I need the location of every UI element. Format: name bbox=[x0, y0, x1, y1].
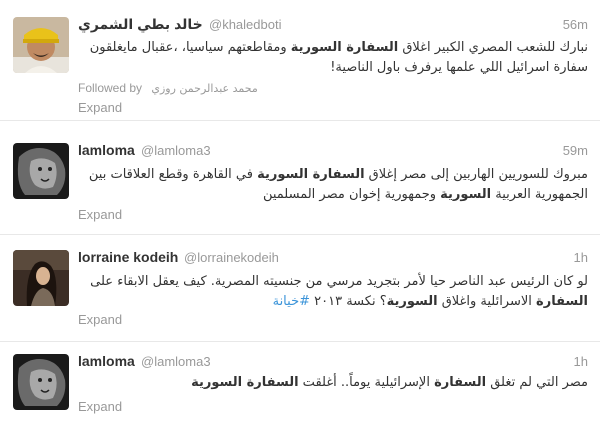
expand-link[interactable]: Expand bbox=[78, 312, 122, 327]
tweet-timestamp[interactable]: 59m bbox=[563, 143, 588, 158]
tweet-timestamp[interactable]: 1h bbox=[574, 250, 588, 265]
tweet-author-handle[interactable]: @lorrainekodeih bbox=[184, 250, 279, 265]
tweet-author-name[interactable]: خالد بطي الشمري bbox=[78, 16, 203, 33]
avatar-photo-icon bbox=[13, 250, 69, 306]
tweet-text-highlight: السفارة السورية bbox=[290, 40, 399, 55]
avatar[interactable] bbox=[13, 17, 69, 73]
tweet-author-handle[interactable]: @khaledboti bbox=[209, 17, 281, 32]
lion-avatar-icon bbox=[13, 143, 69, 199]
tweet-author-handle[interactable]: @lamloma3 bbox=[141, 354, 211, 369]
tweet-text: مبروك للسوريين الهاربين إلى مصر إغلاق ال… bbox=[78, 165, 588, 205]
tweet-text-highlight: السورية bbox=[386, 294, 438, 309]
avatar[interactable] bbox=[13, 250, 69, 306]
hashtag-link[interactable]: #خيانة bbox=[273, 294, 310, 309]
avatar[interactable] bbox=[13, 143, 69, 199]
tweet-item[interactable]: lamloma @lamloma3 1h مصر التي لم تغلق ال… bbox=[0, 342, 600, 425]
tweet-author-name[interactable]: lamloma bbox=[78, 353, 135, 369]
tweet-text-part: وجمهورية إخوان مصر المسلمين bbox=[262, 187, 441, 202]
tweet-item[interactable]: lamloma @lamloma3 59m مبروك للسوريين اله… bbox=[0, 121, 600, 235]
tweet-author-name[interactable]: lorraine kodeih bbox=[78, 249, 178, 265]
tweet-text-part: ؟ نكسة ٢٠١٣ bbox=[310, 294, 387, 309]
tweet-timeline: خالد بطي الشمري @khaledboti 56m نبارك لل… bbox=[0, 0, 600, 425]
followed-by-line: Followed by محمد عبدالرحمن روزي bbox=[78, 81, 258, 95]
tweet-text-highlight: السفارة bbox=[536, 294, 588, 309]
tweet-text-highlight: السفارة bbox=[434, 375, 487, 390]
tweet-text-highlight: السورية bbox=[440, 187, 492, 202]
expand-link[interactable]: Expand bbox=[78, 100, 122, 115]
expand-link[interactable]: Expand bbox=[78, 207, 122, 222]
tweet-text-highlight: السفارة السورية bbox=[191, 375, 299, 390]
tweet-author-name[interactable]: lamloma bbox=[78, 142, 135, 158]
lion-avatar-icon bbox=[13, 354, 69, 410]
tweet-item[interactable]: خالد بطي الشمري @khaledboti 56m نبارك لل… bbox=[0, 0, 600, 121]
tweet-text: مصر التي لم تغلق السفارة الإسرائيلية يوم… bbox=[78, 373, 588, 393]
avatar-photo-icon bbox=[13, 17, 69, 73]
tweet-text-part: نبارك للشعب المصري الكبير اغلاق bbox=[398, 40, 588, 55]
tweet-timestamp[interactable]: 1h bbox=[574, 354, 588, 369]
tweet-text-part: الإسرائيلية يوماً.. أغلقت bbox=[298, 375, 435, 390]
tweet-item[interactable]: lorraine kodeih @lorrainekodeih 1h لو كا… bbox=[0, 235, 600, 342]
expand-link[interactable]: Expand bbox=[78, 399, 122, 414]
followed-by-label: Followed by bbox=[78, 81, 143, 95]
tweet-text-highlight: السفارة السورية bbox=[257, 167, 365, 182]
tweet-text: لو كان الرئيس عبد الناصر حيا لأمر بتجريد… bbox=[78, 272, 588, 312]
tweet-text-part: مبروك للسوريين الهاربين إلى مصر إغلاق bbox=[364, 167, 588, 182]
tweet-author-handle[interactable]: @lamloma3 bbox=[141, 143, 211, 158]
tweet-text-part: لو كان الرئيس عبد الناصر حيا لأمر بتجريد… bbox=[90, 274, 588, 289]
tweet-text-part: الاسرائلية واغلاق bbox=[437, 294, 537, 309]
tweet-timestamp[interactable]: 56m bbox=[563, 17, 588, 32]
tweet-text: نبارك للشعب المصري الكبير اغلاق السفارة … bbox=[78, 38, 588, 78]
avatar[interactable] bbox=[13, 354, 69, 410]
followed-by-name[interactable]: محمد عبدالرحمن روزي bbox=[151, 82, 257, 95]
tweet-text-part: مصر التي لم تغلق bbox=[486, 375, 588, 390]
